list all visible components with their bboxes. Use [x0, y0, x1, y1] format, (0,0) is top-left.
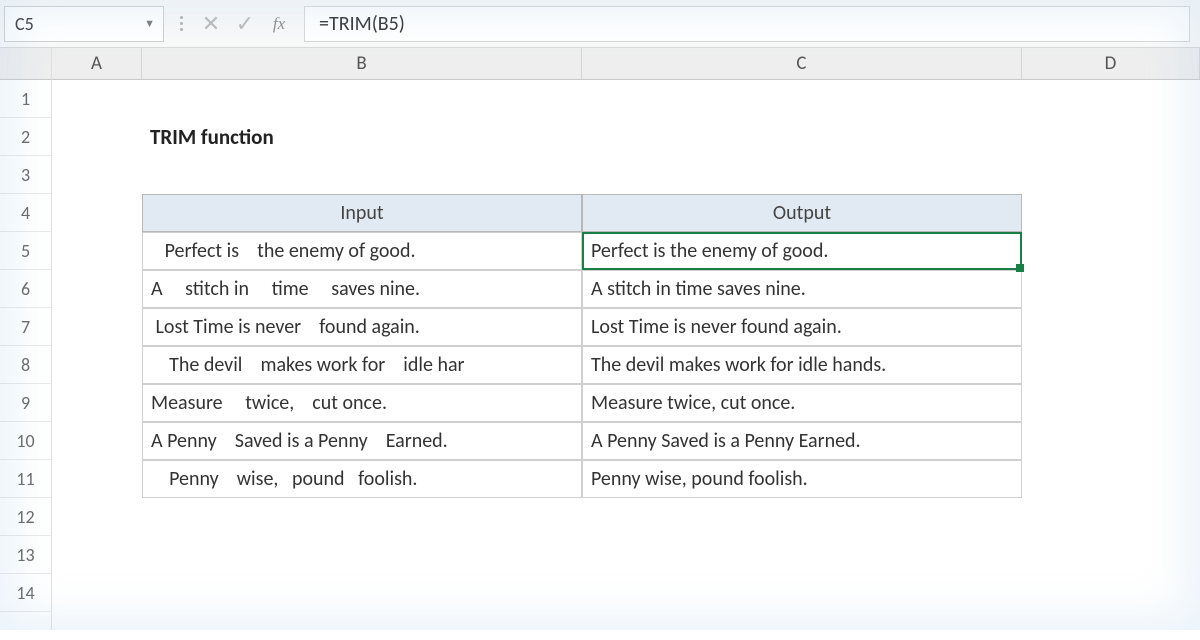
cell[interactable] [52, 574, 142, 612]
row-header[interactable]: 1 [0, 80, 51, 118]
cell[interactable] [52, 156, 142, 194]
table-cell-input[interactable]: A Penny Saved is a Penny Earned. [142, 422, 582, 460]
table-cell-output[interactable]: Perfect is the enemy of good. [582, 232, 1022, 270]
cell[interactable] [1022, 308, 1200, 346]
row-header[interactable]: 4 [0, 194, 51, 232]
table-header-output[interactable]: Output [582, 194, 1022, 232]
table-cell-input[interactable]: Penny wise, pound foolish. [142, 460, 582, 498]
row-header[interactable]: 14 [0, 574, 51, 612]
chevron-down-icon[interactable]: ▼ [144, 17, 155, 30]
page-title[interactable]: TRIM function [142, 118, 582, 156]
row-header[interactable]: 3 [0, 156, 51, 194]
cell[interactable] [52, 422, 142, 460]
column-header[interactable]: A [52, 48, 142, 79]
cell[interactable] [52, 80, 142, 118]
cell[interactable] [52, 194, 142, 232]
cell[interactable] [582, 536, 1022, 574]
row-header[interactable]: 7 [0, 308, 51, 346]
cell[interactable] [142, 156, 582, 194]
table-cell-output[interactable]: A Penny Saved is a Penny Earned. [582, 422, 1022, 460]
cell[interactable] [582, 574, 1022, 612]
table-cell-output[interactable]: Lost Time is never found again. [582, 308, 1022, 346]
table-cell-output[interactable]: A stitch in time saves nine. [582, 270, 1022, 308]
table-cell-input[interactable]: Perfect is the enemy of good. [142, 232, 582, 270]
cancel-icon[interactable]: ✕ [194, 6, 228, 42]
row-header[interactable]: 11 [0, 460, 51, 498]
cell[interactable] [1022, 270, 1200, 308]
row-header[interactable]: 9 [0, 384, 51, 422]
cell[interactable] [1022, 384, 1200, 422]
cell[interactable] [142, 498, 582, 536]
table-cell-output[interactable]: Penny wise, pound foolish. [582, 460, 1022, 498]
cell[interactable] [1022, 118, 1200, 156]
column-header[interactable]: D [1022, 48, 1200, 79]
cell[interactable] [582, 156, 1022, 194]
column-headers: A B C D [52, 48, 1200, 80]
name-box-value: C5 [15, 13, 34, 35]
table-cell-output[interactable]: Measure twice, cut once. [582, 384, 1022, 422]
cell[interactable] [582, 118, 1022, 156]
table-header-input[interactable]: Input [142, 194, 582, 232]
grid: A B C D TRIM function [52, 48, 1200, 630]
cell[interactable] [1022, 232, 1200, 270]
rows-area: TRIM function Input Output Pe [52, 80, 1200, 640]
cell[interactable] [1022, 422, 1200, 460]
cell[interactable] [1022, 498, 1200, 536]
row-header[interactable]: 2 [0, 118, 51, 156]
cell[interactable] [1022, 574, 1200, 612]
cell[interactable] [52, 308, 142, 346]
cell[interactable] [582, 498, 1022, 536]
table-cell-input[interactable]: The devil makes work for idle har [142, 346, 582, 384]
row-header[interactable]: 8 [0, 346, 51, 384]
cell[interactable] [142, 536, 582, 574]
column-header[interactable]: C [582, 48, 1022, 79]
cell[interactable] [1022, 346, 1200, 384]
cell[interactable] [52, 536, 142, 574]
cell[interactable] [1022, 80, 1200, 118]
fx-icon[interactable]: fx [262, 6, 296, 42]
table-cell-input[interactable]: Lost Time is never found again. [142, 308, 582, 346]
row-headers: 1 2 3 4 5 6 7 8 9 10 11 12 13 14 [0, 48, 52, 630]
row-header[interactable]: 5 [0, 232, 51, 270]
cell[interactable] [1022, 460, 1200, 498]
name-box[interactable]: C5 ▼ [4, 6, 164, 42]
table-cell-input[interactable]: A stitch in time saves nine. [142, 270, 582, 308]
cell[interactable] [582, 80, 1022, 118]
divider-dots-icon [174, 6, 188, 42]
cell[interactable] [1022, 536, 1200, 574]
select-all-corner[interactable] [0, 48, 51, 80]
row-header[interactable]: 13 [0, 536, 51, 574]
cell[interactable] [142, 80, 582, 118]
row-header[interactable]: 10 [0, 422, 51, 460]
column-header[interactable]: B [142, 48, 582, 79]
cell[interactable] [52, 270, 142, 308]
cell[interactable] [52, 498, 142, 536]
cell[interactable] [142, 574, 582, 612]
cell[interactable] [52, 346, 142, 384]
cell[interactable] [52, 384, 142, 422]
check-icon[interactable]: ✓ [228, 6, 262, 42]
cell[interactable] [1022, 156, 1200, 194]
formula-input[interactable]: =TRIM(B5) [304, 6, 1190, 42]
row-header[interactable]: 12 [0, 498, 51, 536]
row-header[interactable]: 6 [0, 270, 51, 308]
table-cell-output[interactable]: The devil makes work for idle hands. [582, 346, 1022, 384]
cell[interactable] [52, 232, 142, 270]
formula-text: =TRIM(B5) [319, 12, 405, 36]
spreadsheet: 1 2 3 4 5 6 7 8 9 10 11 12 13 14 A B C D [0, 48, 1200, 630]
cell[interactable] [52, 460, 142, 498]
cell[interactable] [1022, 194, 1200, 232]
formula-bar: C5 ▼ ✕ ✓ fx =TRIM(B5) [0, 0, 1200, 48]
cell[interactable] [52, 118, 142, 156]
table-cell-input[interactable]: Measure twice, cut once. [142, 384, 582, 422]
